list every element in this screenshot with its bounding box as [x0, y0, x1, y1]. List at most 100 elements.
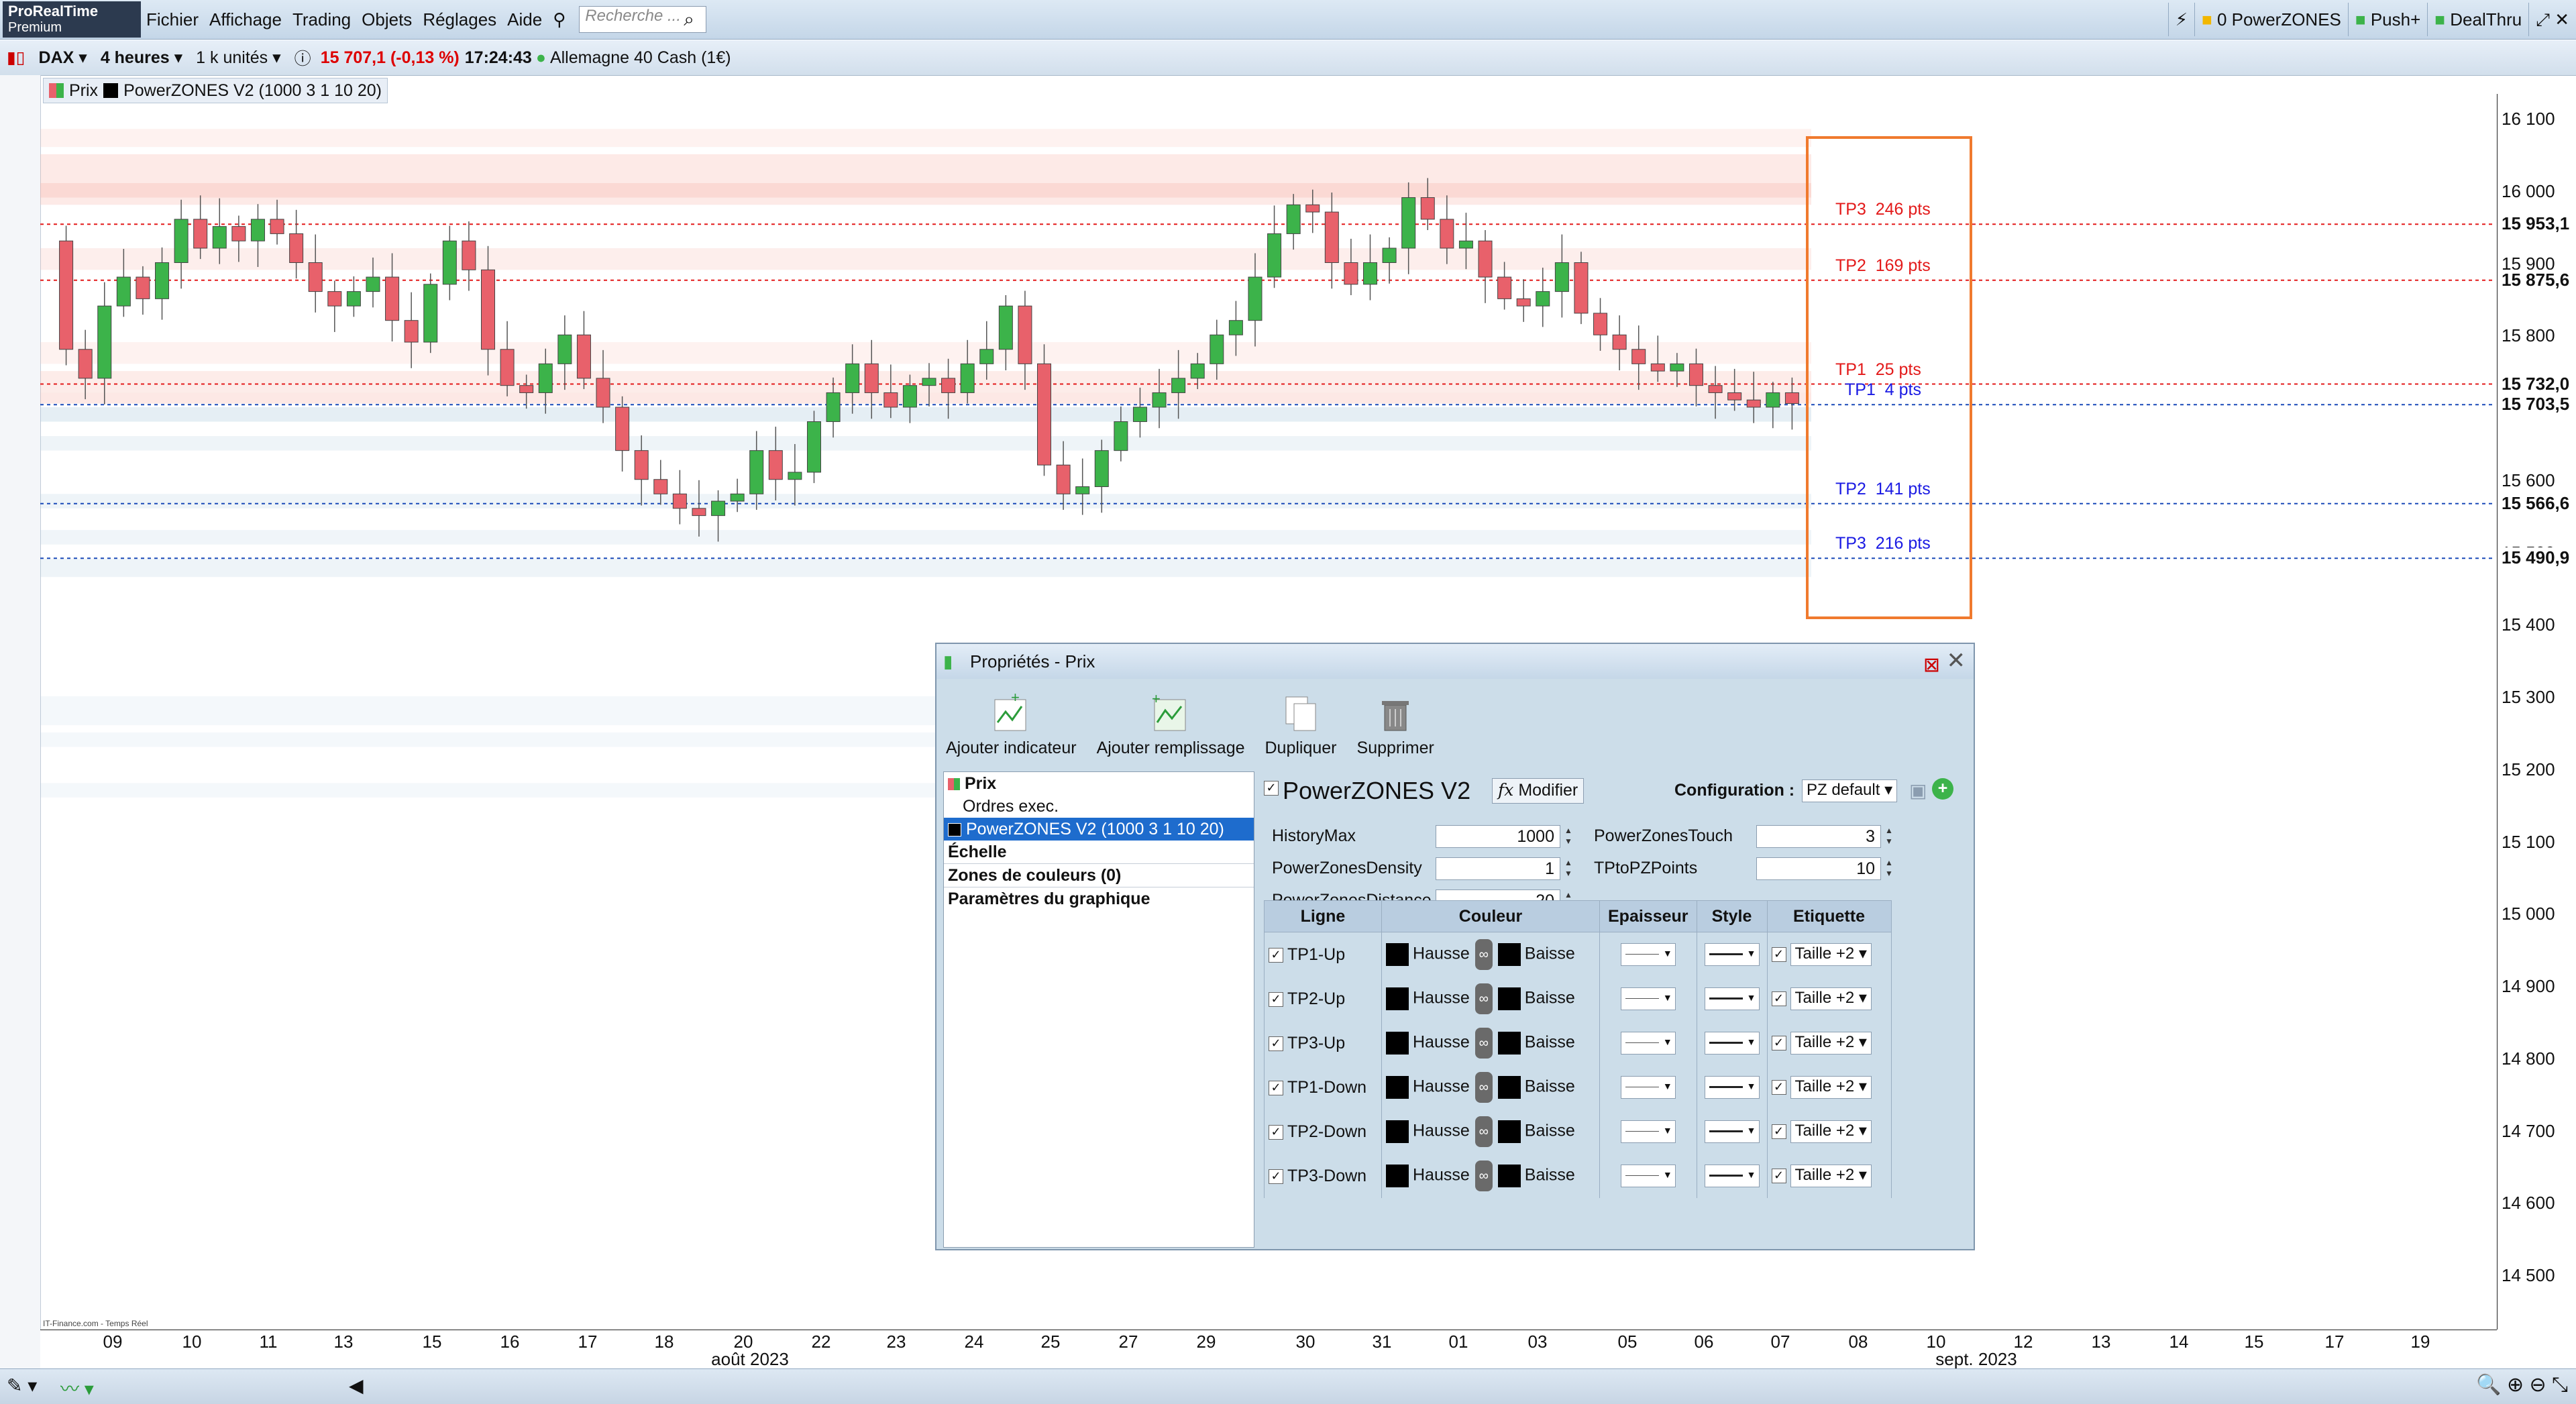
row-enable-checkbox[interactable]: ✓ — [1269, 1080, 1283, 1095]
chart-legend[interactable]: Prix PowerZONES V2 (1000 3 1 10 20) — [43, 78, 388, 103]
chain-link-icon[interactable]: ∞ — [1474, 1028, 1493, 1059]
candle-icon[interactable]: ▮▯ — [0, 48, 32, 68]
push-button[interactable]: ■ Push+ — [2347, 3, 2427, 36]
pin-icon[interactable]: ⊠ — [1923, 648, 1940, 683]
param-density-spinner[interactable]: ▲ ▼ — [1562, 857, 1575, 880]
legend-powerzones[interactable]: PowerZONES V2 (1000 3 1 10 20) — [123, 79, 382, 102]
link-icon[interactable]: ⚲ — [547, 9, 571, 30]
label-checkbox[interactable]: ✓ — [1771, 1169, 1786, 1183]
dialog-titlebar[interactable]: ▮ Propriétés - Prix ⊠ ✕ — [936, 644, 1974, 679]
thickness-select[interactable]: ▼ — [1620, 1165, 1676, 1187]
add-config-icon[interactable]: + — [1932, 778, 1953, 800]
hausse-color-swatch[interactable] — [1386, 943, 1409, 966]
menu-trading[interactable]: Trading — [287, 9, 356, 30]
hausse-color-swatch[interactable] — [1386, 1032, 1409, 1055]
label-size-select[interactable]: Taille +2 ▾ — [1790, 1120, 1872, 1143]
param-historymax-spinner[interactable]: ▲ ▼ — [1562, 825, 1575, 848]
config-select[interactable]: PZ default ▾ — [1802, 779, 1898, 802]
param-tptopz-spinner[interactable]: ▲ ▼ — [1882, 857, 1896, 880]
tree-item-ordres[interactable]: Ordres exec. — [944, 795, 1254, 818]
baisse-color-swatch[interactable] — [1497, 1076, 1521, 1099]
row-enable-checkbox[interactable]: ✓ — [1269, 991, 1283, 1007]
label-checkbox[interactable]: ✓ — [1771, 1080, 1786, 1095]
search-icon[interactable]: ⌕ — [684, 9, 694, 31]
style-select[interactable]: ▼ — [1704, 987, 1760, 1010]
param-touch-spinner[interactable]: ▲ ▼ — [1882, 825, 1896, 848]
baisse-color-swatch[interactable] — [1497, 1032, 1521, 1055]
duplicate-button[interactable]: Dupliquer — [1261, 693, 1341, 758]
info-icon[interactable]: ⓘ — [288, 46, 318, 70]
label-size-select[interactable]: Taille +2 ▾ — [1790, 1076, 1872, 1099]
price-axis[interactable]: 16 10016 00015 90015 80015 70015 60015 5… — [2497, 94, 2576, 1330]
style-select[interactable]: ▼ — [1704, 943, 1760, 966]
zoom-icons[interactable]: 🔍 ⊕ ⊖ ⤡ — [2476, 1373, 2568, 1397]
tree-item-powerzones[interactable]: PowerZONES V2 (1000 3 1 10 20) — [944, 818, 1254, 841]
label-size-select[interactable]: Taille +2 ▾ — [1790, 987, 1872, 1010]
baisse-color-swatch[interactable] — [1497, 943, 1521, 966]
modify-button[interactable]: fx Modifier — [1492, 778, 1585, 804]
label-checkbox[interactable]: ✓ — [1771, 991, 1786, 1006]
param-historymax-input[interactable]: 1000 — [1436, 825, 1560, 848]
delete-button[interactable]: Supprimer — [1353, 693, 1438, 758]
indicator-icon[interactable]: ⚡ — [2167, 3, 2194, 36]
hausse-color-swatch[interactable] — [1386, 1076, 1409, 1099]
add-indicator-button[interactable]: + Ajouter indicateur — [942, 693, 1081, 758]
window-buttons[interactable]: ⤢ ✕ — [2528, 3, 2576, 36]
hausse-color-swatch[interactable] — [1386, 1120, 1409, 1143]
chain-link-icon[interactable]: ∞ — [1474, 1160, 1493, 1191]
indicator-checkbox[interactable]: ✓ — [1264, 781, 1279, 796]
powerzones-button[interactable]: ■ 0 PowerZONES — [2194, 3, 2348, 36]
menu-reglages[interactable]: Réglages — [417, 9, 502, 30]
tree-item-zones[interactable]: Zones de couleurs (0) — [944, 864, 1254, 887]
style-select[interactable]: ▼ — [1704, 1076, 1760, 1099]
instrument-select[interactable]: DAX ▾ — [32, 48, 94, 68]
tree-item-parametres[interactable]: Paramètres du graphique — [944, 887, 1254, 910]
hausse-color-swatch[interactable] — [1386, 987, 1409, 1010]
menu-affichage[interactable]: Affichage — [204, 9, 287, 30]
menu-objets[interactable]: Objets — [356, 9, 417, 30]
label-checkbox[interactable]: ✓ — [1771, 1036, 1786, 1050]
scroll-left-icon[interactable]: ◀ — [349, 1374, 364, 1397]
save-config-icon[interactable]: ▣ — [1909, 779, 1927, 802]
thickness-select[interactable]: ▼ — [1620, 1032, 1676, 1055]
tree-item-prix[interactable]: Prix — [944, 772, 1254, 795]
units-select[interactable]: 1 k unités ▾ — [189, 48, 288, 68]
menu-aide[interactable]: Aide — [502, 9, 547, 30]
menu-fichier[interactable]: Fichier — [141, 9, 204, 30]
thickness-select[interactable]: ▼ — [1620, 987, 1676, 1010]
baisse-color-swatch[interactable] — [1497, 1120, 1521, 1143]
style-select[interactable]: ▼ — [1704, 1165, 1760, 1187]
style-select[interactable]: ▼ — [1704, 1120, 1760, 1143]
style-select[interactable]: ▼ — [1704, 1032, 1760, 1055]
drawing-tools-icon[interactable]: ✎ ▾ — [7, 1374, 37, 1397]
thickness-select[interactable]: ▼ — [1620, 1076, 1676, 1099]
row-enable-checkbox[interactable]: ✓ — [1269, 1036, 1283, 1051]
timeframe-select[interactable]: 4 heures ▾ — [94, 48, 189, 68]
dealthru-button[interactable]: ■ DealThru — [2427, 3, 2528, 36]
properties-tree[interactable]: Prix Ordres exec. PowerZONES V2 (1000 3 … — [943, 771, 1254, 1248]
chart-tools-icon[interactable]: 〰 ▾ — [60, 1374, 94, 1401]
row-enable-checkbox[interactable]: ✓ — [1269, 947, 1283, 963]
label-checkbox[interactable]: ✓ — [1771, 947, 1786, 962]
hausse-color-swatch[interactable] — [1386, 1165, 1409, 1187]
add-fill-button[interactable]: + Ajouter remplissage — [1093, 693, 1249, 758]
thickness-select[interactable]: ▼ — [1620, 943, 1676, 966]
properties-dialog[interactable]: ▮ Propriétés - Prix ⊠ ✕ + Ajouter indica… — [935, 643, 1975, 1250]
param-density-input[interactable]: 1 — [1436, 857, 1560, 880]
param-touch-input[interactable]: 3 — [1756, 825, 1881, 848]
label-size-select[interactable]: Taille +2 ▾ — [1790, 943, 1872, 966]
chain-link-icon[interactable]: ∞ — [1474, 1116, 1493, 1147]
tree-item-echelle[interactable]: Échelle — [944, 841, 1254, 864]
label-size-select[interactable]: Taille +2 ▾ — [1790, 1032, 1872, 1055]
baisse-color-swatch[interactable] — [1497, 987, 1521, 1010]
baisse-color-swatch[interactable] — [1497, 1165, 1521, 1187]
label-checkbox[interactable]: ✓ — [1771, 1124, 1786, 1139]
param-tptopz-input[interactable]: 10 — [1756, 857, 1881, 880]
label-size-select[interactable]: Taille +2 ▾ — [1790, 1165, 1872, 1187]
close-icon[interactable]: ✕ — [1947, 649, 1966, 672]
thickness-select[interactable]: ▼ — [1620, 1120, 1676, 1143]
legend-prix[interactable]: Prix — [69, 79, 98, 102]
chain-link-icon[interactable]: ∞ — [1474, 983, 1493, 1014]
time-axis[interactable]: 09 10 11 13 15 16 17 18 20 22 23 24 25 27 29 30 31 01 03 05… — [40, 1330, 2497, 1369]
row-enable-checkbox[interactable]: ✓ — [1269, 1124, 1283, 1140]
